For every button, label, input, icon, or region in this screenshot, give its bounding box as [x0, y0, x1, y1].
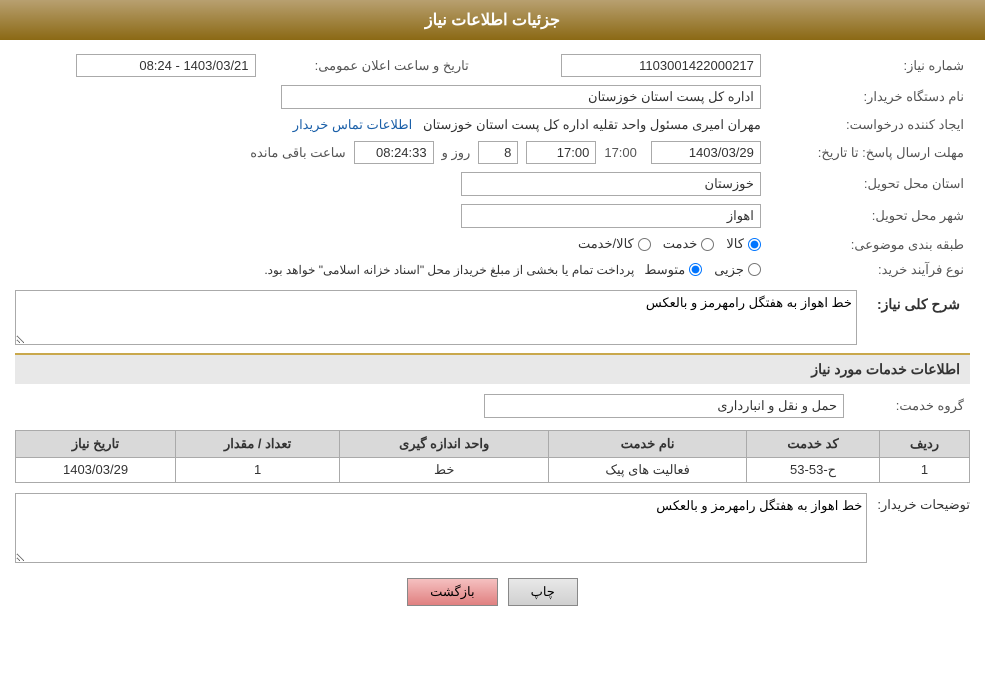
col-code: کد خدمت [747, 430, 880, 457]
cell-quantity: 1 [176, 457, 340, 482]
main-info-table: شماره نیاز: 1103001422000217 تاریخ و ساع… [15, 50, 970, 282]
need-desc-textarea[interactable]: خط اهواز به هفتگل رامهرمز و بالعکس [15, 290, 857, 345]
process-label-jozi: جزیی [714, 262, 744, 278]
col-name: نام خدمت [549, 430, 747, 457]
requester-label: ایجاد کننده درخواست: [767, 113, 970, 137]
process-option-motavasset: متوسط [644, 262, 702, 278]
process-option-jozi: جزیی [714, 262, 761, 278]
announce-value: 1403/03/21 - 08:24 [76, 54, 256, 77]
cell-code: ح-53-53 [747, 457, 880, 482]
category-option-kala: کالا [726, 236, 761, 252]
deadline-row: 1403/03/29 17:00 17:00 8 روز و 08:24:33 … [21, 141, 761, 164]
process-label-motavasset: متوسط [644, 262, 685, 278]
process-note: پرداخت تمام یا بخشی از مبلغ خریداز محل "… [264, 263, 634, 277]
row-process: نوع فرآیند خرید: جزیی متوسط [15, 258, 970, 282]
services-header-row: ردیف کد خدمت نام خدمت واحد اندازه گیری ت… [16, 430, 970, 457]
category-radio-group: کالا خدمت کالا/خدمت [578, 236, 761, 252]
requester-name: مهران امیری مسئول واحد تقلیه اداره کل پس… [423, 117, 761, 132]
col-index: ردیف [880, 430, 970, 457]
services-table: ردیف کد خدمت نام خدمت واحد اندازه گیری ت… [15, 430, 970, 483]
category-label-kala-khadamat: کالا/خدمت [578, 236, 634, 252]
deadline-days: 8 [478, 141, 518, 164]
main-content: شماره نیاز: 1103001422000217 تاریخ و ساع… [0, 40, 985, 631]
row-buyer-org: نام دستگاه خریدار: اداره کل پست استان خو… [15, 81, 970, 113]
row-need-number: شماره نیاز: 1103001422000217 تاریخ و ساع… [15, 50, 970, 81]
col-quantity: تعداد / مقدار [176, 430, 340, 457]
service-group-table: گروه خدمت: حمل و نقل و انبارداری [15, 390, 970, 422]
table-row: 1 ح-53-53 فعالیت های پیک خط 1 1403/03/29 [16, 457, 970, 482]
requester-contact-link[interactable]: اطلاعات تماس خریدار [293, 117, 412, 132]
service-group-label: گروه خدمت: [850, 390, 970, 422]
announce-label: تاریخ و ساعت اعلان عمومی: [262, 50, 475, 81]
buyer-description-textarea[interactable]: خط اهواز به هفتگل رامهرمز و بالعکس [15, 493, 867, 563]
province-label: استان محل تحویل: [767, 168, 970, 200]
process-radio-jozi[interactable] [748, 263, 761, 276]
category-label-khadamat: خدمت [663, 236, 698, 252]
city-label: شهر محل تحویل: [767, 200, 970, 232]
process-radio-motavasset[interactable] [689, 263, 702, 276]
days-label: روز و [442, 145, 471, 161]
deadline-label: مهلت ارسال پاسخ: تا تاریخ: [767, 137, 970, 168]
category-radio-kala[interactable] [748, 238, 761, 251]
process-row: جزیی متوسط پرداخت تمام یا بخشی از مبلغ خ… [21, 262, 761, 278]
deadline-time: 17:00 [526, 141, 596, 164]
services-table-header: ردیف کد خدمت نام خدمت واحد اندازه گیری ت… [16, 430, 970, 457]
deadline-remaining: 08:24:33 [354, 141, 434, 164]
category-radio-khadamat[interactable] [701, 238, 714, 251]
need-number-label: شماره نیاز: [767, 50, 970, 81]
deadline-date: 1403/03/29 [651, 141, 761, 164]
services-section-header: اطلاعات خدمات مورد نیاز [15, 353, 970, 384]
process-label: نوع فرآیند خرید: [767, 258, 970, 282]
buyer-description-section: توضیحات خریدار: خط اهواز به هفتگل رامهرم… [15, 493, 970, 563]
category-label: طبقه بندی موضوعی: [767, 232, 970, 258]
city-value: اهواز [461, 204, 761, 228]
category-option-khadamat: خدمت [663, 236, 715, 252]
cell-name: فعالیت های پیک [549, 457, 747, 482]
process-radio-group: جزیی متوسط [644, 262, 761, 278]
back-button[interactable]: بازگشت [407, 578, 497, 606]
province-value: خوزستان [461, 172, 761, 196]
row-service-group: گروه خدمت: حمل و نقل و انبارداری [15, 390, 970, 422]
page-wrapper: جزئیات اطلاعات نیاز شماره نیاز: 11030014… [0, 0, 985, 691]
buttons-row: چاپ بازگشت [15, 578, 970, 606]
buyer-org-value: اداره کل پست استان خوزستان [281, 85, 761, 109]
cell-date: 1403/03/29 [16, 457, 176, 482]
col-unit: واحد اندازه گیری [340, 430, 549, 457]
category-label-kala: کالا [726, 236, 744, 252]
page-header: جزئیات اطلاعات نیاز [0, 0, 985, 40]
col-date: تاریخ نیاز [16, 430, 176, 457]
need-desc-section: شرح کلی نیاز: خط اهواز به هفتگل رامهرمز … [15, 290, 970, 345]
time-label: 17:00 [604, 145, 637, 160]
row-deadline: مهلت ارسال پاسخ: تا تاریخ: 1403/03/29 17… [15, 137, 970, 168]
need-desc-label: شرح کلی نیاز: [867, 290, 970, 319]
category-radio-kala-khadamat[interactable] [638, 238, 651, 251]
need-number-value: 1103001422000217 [561, 54, 761, 77]
service-group-value: حمل و نقل و انبارداری [484, 394, 844, 418]
cell-index: 1 [880, 457, 970, 482]
row-province: استان محل تحویل: خوزستان [15, 168, 970, 200]
cell-unit: خط [340, 457, 549, 482]
page-title: جزئیات اطلاعات نیاز [425, 12, 560, 29]
buyer-description-label: توضیحات خریدار: [877, 493, 970, 513]
print-button[interactable]: چاپ [508, 578, 578, 606]
row-requester: ایجاد کننده درخواست: مهران امیری مسئول و… [15, 113, 970, 137]
row-category: طبقه بندی موضوعی: کالا خدمت [15, 232, 970, 258]
remaining-label: ساعت باقی مانده [250, 145, 345, 161]
buyer-org-label: نام دستگاه خریدار: [767, 81, 970, 113]
category-option-kala-khadamat: کالا/خدمت [578, 236, 651, 252]
row-city: شهر محل تحویل: اهواز [15, 200, 970, 232]
services-table-body: 1 ح-53-53 فعالیت های پیک خط 1 1403/03/29 [16, 457, 970, 482]
